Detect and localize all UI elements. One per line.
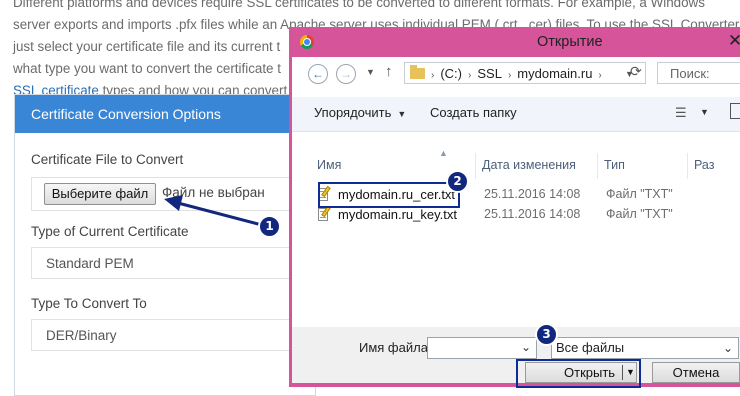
filename-label: Имя файла: [359, 340, 432, 355]
convert-to-select[interactable]: DER/Binary [31, 319, 331, 351]
panel-title: Certificate Conversion Options [15, 95, 315, 133]
current-type-label: Type of Current Certificate [31, 224, 189, 239]
sort-ascending-icon: ▲ [439, 148, 448, 158]
chevron-down-icon[interactable]: ⌄ [521, 340, 531, 354]
convert-to-label: Type To Convert To [31, 296, 147, 311]
no-file-text: Файл не выбран [162, 185, 265, 200]
highlight-box-file [318, 182, 460, 208]
refresh-icon[interactable]: ⟳ [630, 63, 642, 80]
intro-line: Different platforms and devices require … [13, 0, 705, 10]
forward-icon[interactable]: → [336, 64, 356, 84]
file-input[interactable]: Выберите файл Файл не выбран [31, 177, 332, 211]
view-icon[interactable]: ☰ [675, 105, 687, 121]
file-type: Файл "TXT" [606, 187, 673, 201]
column-name[interactable]: Имя [317, 158, 341, 172]
highlight-box-open [516, 359, 641, 388]
file-date: 25.11.2016 14:08 [484, 187, 581, 201]
address-bar[interactable]: › (C:) › SSL › mydomain.ru › ▼ [404, 62, 646, 84]
chrome-icon [300, 35, 314, 49]
folder-icon [410, 65, 425, 79]
new-folder-button[interactable]: Создать папку [430, 105, 517, 120]
file-name: mydomain.ru_key.txt [338, 207, 457, 222]
column-type[interactable]: Тип [604, 158, 625, 172]
file-label: Certificate File to Convert [31, 152, 184, 167]
file-date: 25.11.2016 14:08 [484, 207, 581, 221]
column-date[interactable]: Дата изменения [482, 158, 576, 172]
close-icon[interactable]: ✕ [721, 29, 740, 53]
up-icon[interactable]: ↑ [385, 63, 393, 80]
choose-file-button[interactable]: Выберите файл [44, 183, 156, 205]
open-file-dialog: Открытие ✕ ← → ▼ ↑ › (C:) › SSL › mydomain.ru… [289, 27, 740, 388]
breadcrumb: › (C:) › SSL › mydomain.ru › [431, 66, 602, 81]
conversion-options-panel: Certificate Conversion Options Certifica… [14, 94, 332, 396]
filename-input[interactable]: ⌄ [427, 337, 537, 359]
filter-value: Все файлы [556, 340, 625, 355]
search-input[interactable]: Поиск: [657, 62, 740, 84]
file-type-filter[interactable]: Все файлы ⌄ [551, 337, 739, 359]
column-size[interactable]: Раз [694, 158, 714, 172]
breadcrumb-ssl[interactable]: SSL [477, 66, 502, 81]
breadcrumb-mydomain[interactable]: mydomain.ru [517, 66, 592, 81]
recent-dropdown-icon[interactable]: ▼ [366, 67, 375, 77]
organize-label: Упорядочить [314, 105, 392, 120]
step-badge-2: 2 [446, 170, 469, 193]
address-row: ← → ▼ ↑ › (C:) › SSL › mydomain.ru › ▼ ⟳ Поиск… [292, 57, 740, 93]
dialog-toolbar: Упорядочить ▼ Создать папку ☰ ▼ [292, 97, 740, 132]
view-dropdown-icon[interactable]: ▼ [700, 107, 709, 117]
breadcrumb-drive[interactable]: (C:) [440, 66, 462, 81]
current-type-select[interactable]: Standard PEM [31, 247, 331, 279]
dialog-bottom-bar: Имя файла: ⌄ Все файлы ⌄ Открыть ▼ Отмен… [292, 327, 740, 388]
step-badge-1: 1 [258, 215, 281, 238]
back-icon[interactable]: ← [308, 64, 328, 84]
file-type: Файл "TXT" [606, 207, 673, 221]
step-badge-3: 3 [535, 323, 558, 346]
dialog-client: ← → ▼ ↑ › (C:) › SSL › mydomain.ru › ▼ ⟳ Поиск… [292, 57, 740, 388]
dialog-titlebar[interactable]: Открытие ✕ [289, 27, 740, 57]
file-row-key[interactable]: mydomain.ru_key.txt 25.11.2016 14:08 Фай… [314, 205, 740, 225]
dialog-title: Открытие [537, 34, 603, 50]
column-headers: ▲ Имя Дата изменения Тип Раз [292, 148, 740, 179]
chevron-down-icon: ⌄ [722, 341, 733, 355]
text-file-icon [318, 205, 331, 221]
organize-button[interactable]: Упорядочить ▼ [314, 105, 406, 120]
preview-pane-icon[interactable] [730, 103, 740, 119]
cancel-button[interactable]: Отмена [652, 362, 740, 383]
